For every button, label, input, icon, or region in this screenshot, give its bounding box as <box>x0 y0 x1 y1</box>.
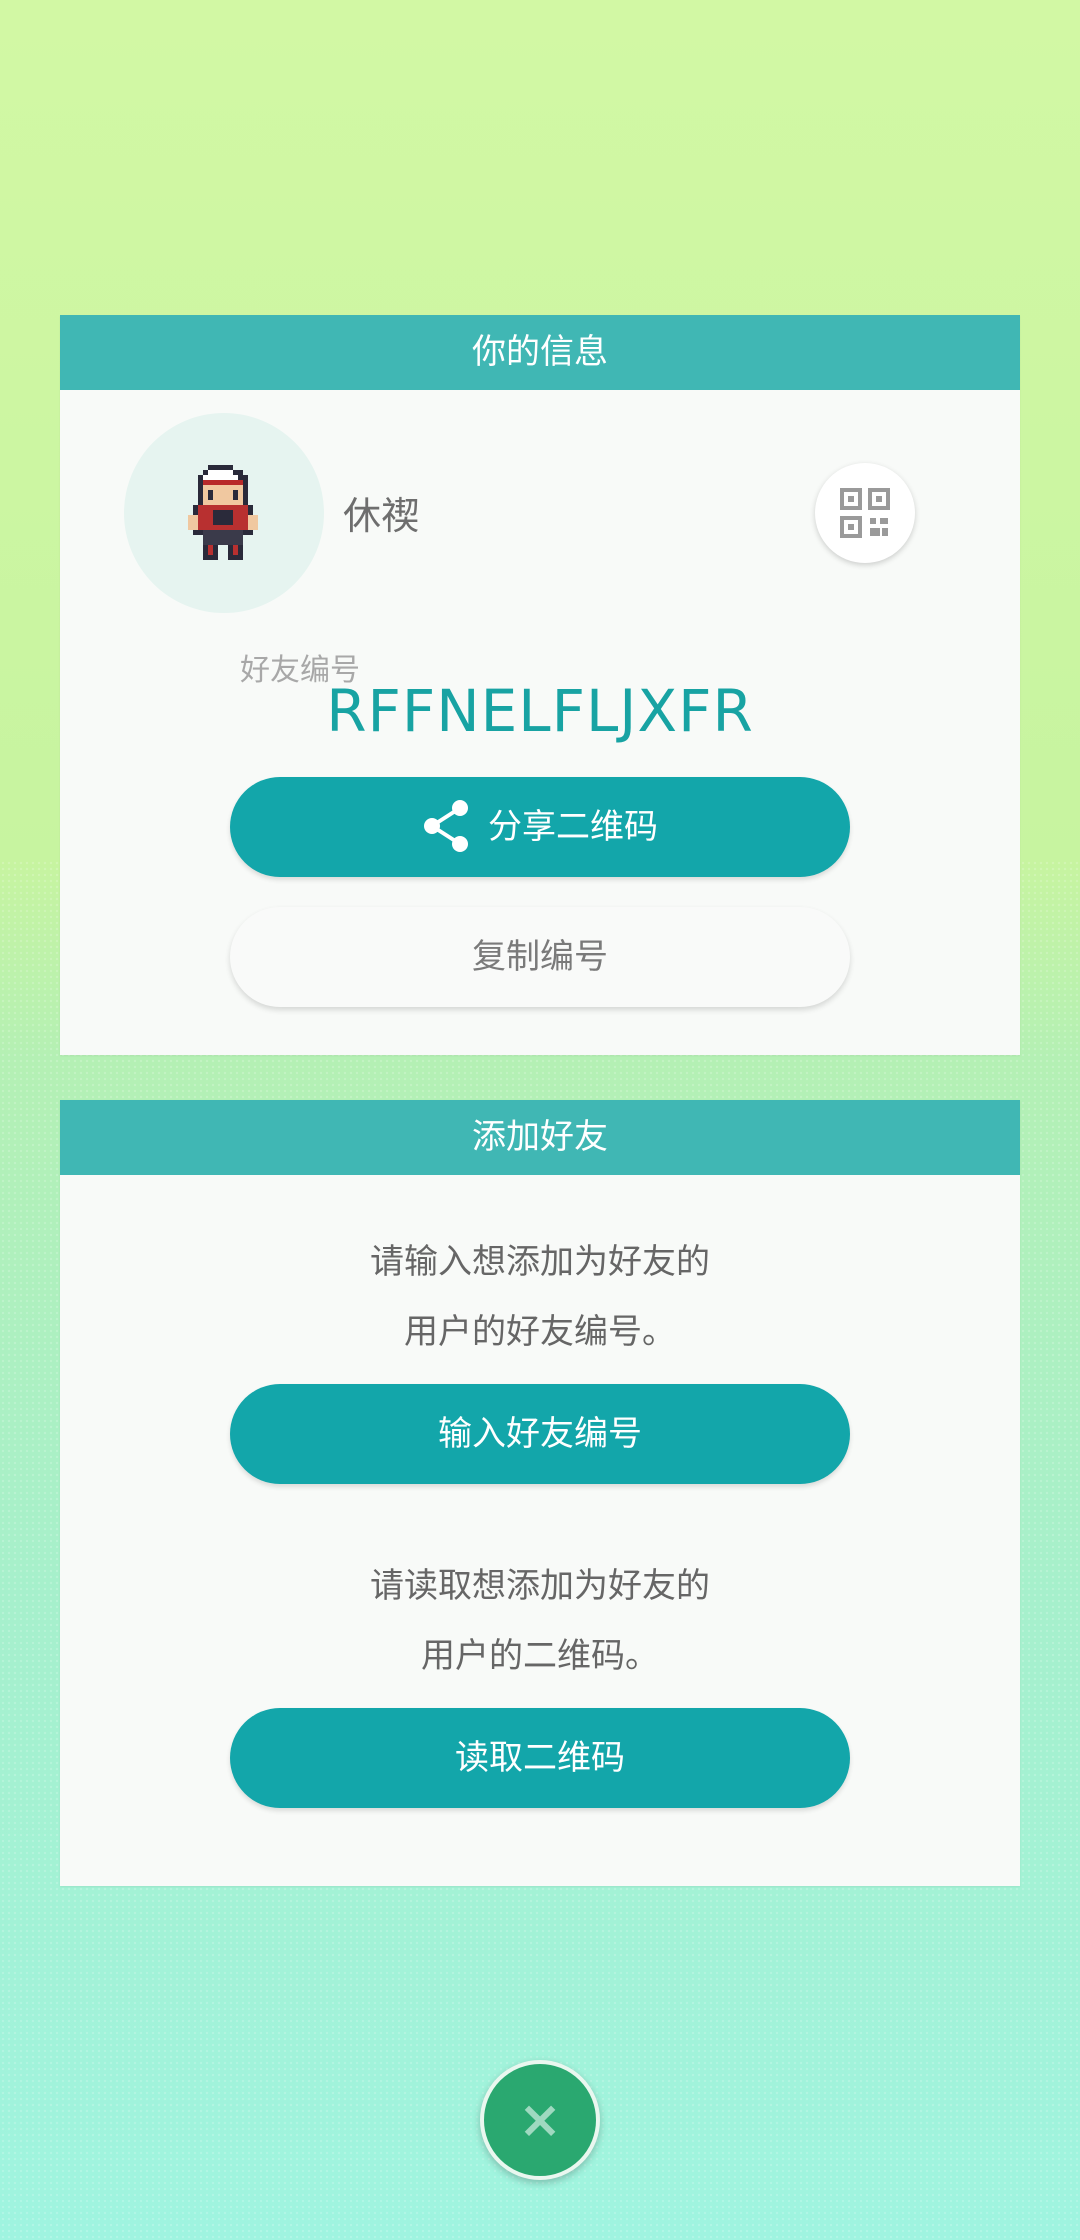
add-friend-card: 添加好友 请输入想添加为好友的 用户的好友编号。 输入好友编号 请读取想添加为好… <box>60 1100 1020 1886</box>
enter-friend-code-button[interactable]: 输入好友编号 <box>230 1384 850 1484</box>
scan-qr-instruction: 请读取想添加为好友的 用户的二维码。 <box>60 1551 1020 1691</box>
enter-code-instruction-line1: 请输入想添加为好友的 <box>370 1242 710 1282</box>
share-icon <box>424 799 468 852</box>
your-info-card: 你的信息 休禊 好友编号 RFFNELFLJXFR 分享二维码 复制编号 <box>60 315 1020 1055</box>
scan-qr-button-label: 读取二维码 <box>455 1738 625 1778</box>
enter-code-instruction-line2: 用户的好友编号。 <box>404 1312 676 1352</box>
scan-qr-button[interactable]: 读取二维码 <box>230 1708 850 1808</box>
scan-qr-instruction-line1: 请读取想添加为好友的 <box>370 1566 710 1606</box>
close-button[interactable]: × <box>480 2060 600 2180</box>
qr-code-button[interactable] <box>815 463 915 563</box>
qr-code-icon <box>840 488 890 538</box>
copy-code-button[interactable]: 复制编号 <box>230 907 850 1007</box>
scan-qr-instruction-line2: 用户的二维码。 <box>421 1636 659 1676</box>
share-qr-button[interactable]: 分享二维码 <box>230 777 850 877</box>
enter-friend-code-button-label: 输入好友编号 <box>438 1414 642 1454</box>
your-info-header: 你的信息 <box>60 315 1020 390</box>
trainer-sprite-icon <box>188 465 258 560</box>
close-icon: × <box>518 2090 562 2150</box>
avatar[interactable] <box>124 413 324 613</box>
copy-code-button-label: 复制编号 <box>472 937 608 977</box>
share-qr-button-label: 分享二维码 <box>488 807 658 847</box>
add-friend-header: 添加好友 <box>60 1100 1020 1175</box>
enter-code-instruction: 请输入想添加为好友的 用户的好友编号。 <box>60 1227 1020 1367</box>
username: 休禊 <box>343 494 420 538</box>
friend-code-value: RFFNELFLJXFR <box>326 677 754 745</box>
